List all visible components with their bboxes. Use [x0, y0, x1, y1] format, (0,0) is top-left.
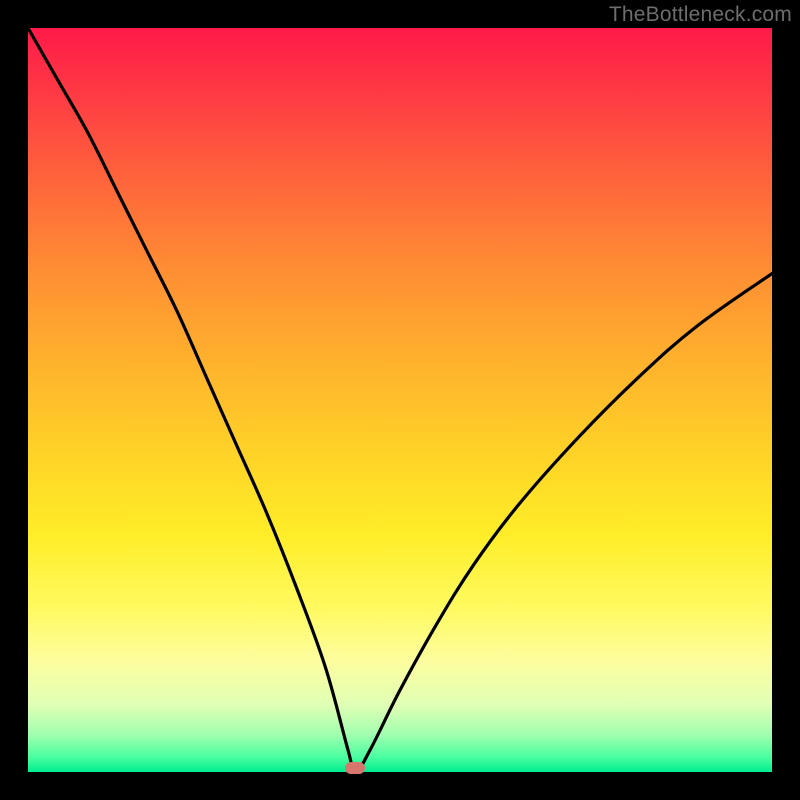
bottleneck-curve [28, 28, 772, 772]
minimum-marker [345, 762, 365, 774]
watermark-text: TheBottleneck.com [609, 3, 792, 27]
chart-plot-area [28, 28, 772, 772]
chart-frame: TheBottleneck.com [0, 0, 800, 800]
